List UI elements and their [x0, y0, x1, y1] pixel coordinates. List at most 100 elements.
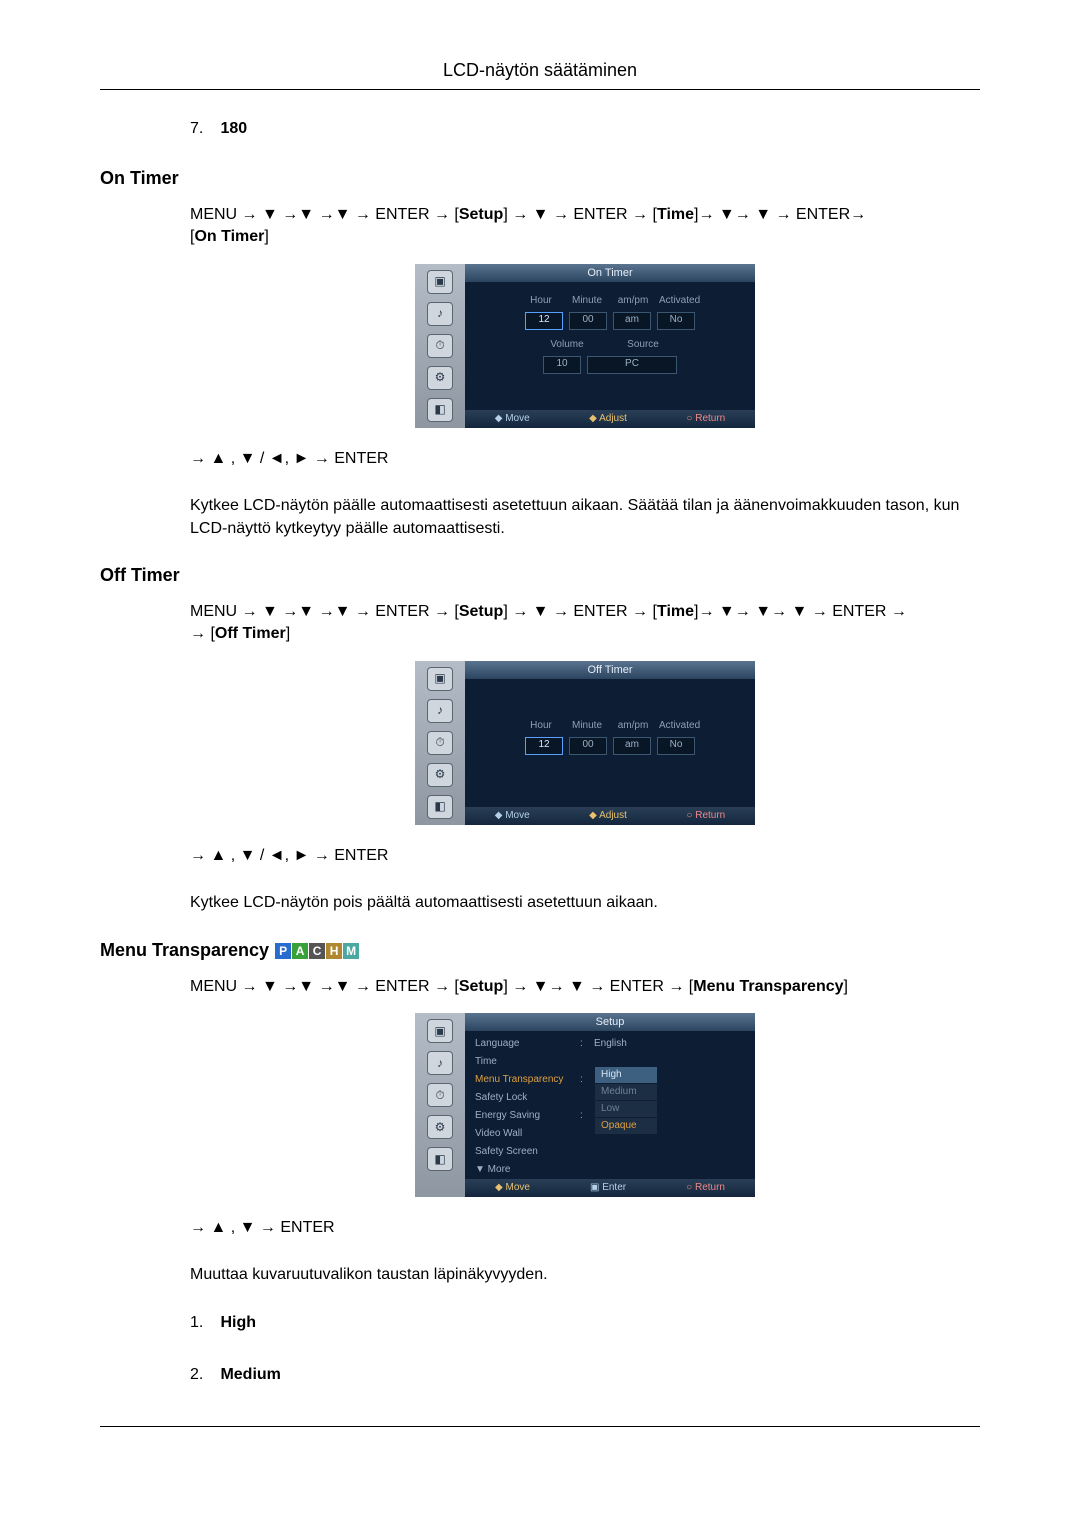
nav-path: MENU → ▼ →▼ →▼ → ENTER → [Setup] → ▼ → E…: [190, 204, 980, 249]
list-item: 2. Medium: [190, 1364, 980, 1386]
footer-move: ◆ Move: [495, 412, 530, 426]
footer-rule: [100, 1426, 980, 1427]
item-label: 180: [220, 120, 247, 137]
footer-adjust: ◆ Adjust: [589, 809, 627, 823]
nav-path: MENU → ▼ →▼ →▼ → ENTER → [Setup] → ▼→ ▼ …: [190, 976, 980, 998]
osd-multi-icon[interactable]: ◧: [427, 1147, 453, 1171]
item-label: Language: [475, 1037, 580, 1051]
item-label: Time: [475, 1055, 580, 1069]
osd-sound-icon[interactable]: ♪: [427, 302, 453, 326]
osd-off-timer: ▣ ♪ ⏱ ⚙ ◧ Off Timer Hour Minute am/pm Ac…: [190, 661, 980, 825]
osd-value-hour[interactable]: 12: [525, 312, 563, 330]
section-heading-menu-transparency: Menu Transparency PACHM: [100, 940, 980, 961]
item-label: ▼ More: [475, 1163, 580, 1177]
menu-transparency-body: MENU → ▼ →▼ →▼ → ENTER → [Setup] → ▼→ ▼ …: [190, 976, 980, 1387]
osd-sound-icon[interactable]: ♪: [427, 699, 453, 723]
osd-sound-icon[interactable]: ♪: [427, 1051, 453, 1075]
osd-label-source: Source: [603, 338, 683, 352]
item-label: Energy Saving: [475, 1109, 580, 1123]
osd-setup-icon[interactable]: ⚙: [427, 1115, 453, 1139]
osd-on-timer: ▣ ♪ ⏱ ⚙ ◧ On Timer Hour Minute am/pm Act…: [190, 264, 980, 428]
item-label: Video Wall: [475, 1127, 580, 1141]
osd-setup-icon[interactable]: ⚙: [427, 763, 453, 787]
badge-m-icon: M: [343, 943, 359, 959]
osd-header: Minute: [567, 294, 607, 308]
nav-setup: Setup: [459, 206, 503, 223]
setup-list: Language : English Time Menu Transparenc…: [475, 1037, 745, 1177]
setup-item-more[interactable]: ▼ More: [475, 1163, 745, 1177]
osd-header: Hour: [521, 719, 561, 733]
osd-header: am/pm: [613, 294, 653, 308]
osd-picture-icon[interactable]: ▣: [427, 1019, 453, 1043]
page-title: LCD-näytön säätäminen: [100, 60, 980, 90]
description: Kytkee LCD-näytön pois päältä automaatti…: [190, 892, 980, 914]
footer-return: ○ Return: [686, 809, 725, 823]
osd-header: Minute: [567, 719, 607, 733]
list-item: 7. 180: [190, 120, 980, 138]
nav-time: Time: [657, 603, 694, 620]
osd-timer-icon[interactable]: ⏱: [427, 334, 453, 358]
osd-multi-icon[interactable]: ◧: [427, 795, 453, 819]
item-number: 1.: [190, 1312, 216, 1334]
item-number: 7.: [190, 120, 216, 138]
nav-seg: MENU → ▼ →▼ →▼ → ENTER →: [190, 978, 454, 995]
option-opaque[interactable]: Opaque: [595, 1118, 657, 1134]
osd-timer-icon[interactable]: ⏱: [427, 1083, 453, 1107]
setup-item-language[interactable]: Language : English: [475, 1037, 745, 1051]
osd-header: Hour: [521, 294, 561, 308]
osd-timer-icon[interactable]: ⏱: [427, 731, 453, 755]
nav-seg: → ▼ → ENTER →: [508, 603, 653, 620]
option-high[interactable]: High: [595, 1067, 657, 1083]
osd-value-ampm[interactable]: am: [613, 737, 651, 755]
nav-seg: MENU → ▼ →▼ →▼ → ENTER →: [190, 206, 454, 223]
setup-item-safety-screen[interactable]: Safety Screen: [475, 1145, 745, 1159]
item-label: Medium: [220, 1366, 280, 1383]
badge-c-icon: C: [309, 943, 325, 959]
osd-header: am/pm: [613, 719, 653, 733]
footer-adjust: ◆ Adjust: [589, 412, 627, 426]
osd-picture-icon[interactable]: ▣: [427, 270, 453, 294]
nav-path: MENU → ▼ →▼ →▼ → ENTER → [Setup] → ▼ → E…: [190, 601, 980, 646]
preceding-list: 7. 180: [190, 120, 980, 138]
osd-label-volume: Volume: [537, 338, 597, 352]
nav-target: Menu Transparency: [693, 978, 843, 995]
osd-value-hour[interactable]: 12: [525, 737, 563, 755]
item-number: 2.: [190, 1364, 216, 1386]
badge-h-icon: H: [326, 943, 342, 959]
osd-value-ampm[interactable]: am: [613, 312, 651, 330]
setup-item-menu-transparency[interactable]: Menu Transparency : High Medium Low Opaq…: [475, 1073, 745, 1087]
badge-p-icon: P: [275, 943, 291, 959]
osd-value-source[interactable]: PC: [587, 356, 677, 374]
osd-title: On Timer: [465, 264, 755, 282]
osd-value-minute[interactable]: 00: [569, 312, 607, 330]
colon: :: [580, 1073, 594, 1087]
key-hint: → ▲ , ▼ → ENTER: [190, 1217, 980, 1239]
option-low[interactable]: Low: [595, 1101, 657, 1117]
key-hint: → ▲ , ▼ / ◄, ► → ENTER: [190, 448, 980, 470]
nav-seg: → ▼ → ENTER →: [508, 206, 653, 223]
item-label: Menu Transparency: [475, 1073, 580, 1087]
osd-footer: ◆ Move ◆ Adjust ○ Return: [465, 410, 755, 428]
nav-seg: → ▼→ ▼ → ENTER→: [698, 206, 866, 223]
osd-picture-icon[interactable]: ▣: [427, 667, 453, 691]
osd-setup-icon[interactable]: ⚙: [427, 366, 453, 390]
osd-value-activated[interactable]: No: [657, 312, 695, 330]
description: Muuttaa kuvaruutuvalikon taustan läpinäk…: [190, 1264, 980, 1286]
footer-enter: ▣ Enter: [590, 1181, 626, 1195]
nav-seg: → ▼→ ▼→ ▼ → ENTER →: [698, 603, 906, 620]
nav-seg: → ▼→ ▼ → ENTER →: [508, 978, 689, 995]
nav-time: Time: [657, 206, 694, 223]
list-item: 1. High: [190, 1312, 980, 1334]
item-label: High: [220, 1314, 256, 1331]
osd-value-activated[interactable]: No: [657, 737, 695, 755]
osd-sidebar: ▣ ♪ ⏱ ⚙ ◧: [415, 661, 465, 825]
osd-value-minute[interactable]: 00: [569, 737, 607, 755]
nav-target: On Timer: [194, 228, 264, 245]
osd-multi-icon[interactable]: ◧: [427, 398, 453, 422]
option-medium[interactable]: Medium: [595, 1084, 657, 1100]
mode-badges: PACHM: [274, 940, 359, 960]
footer-move: ◆ Move: [495, 1181, 530, 1195]
footer-return: ○ Return: [686, 1181, 725, 1195]
osd-value-volume[interactable]: 10: [543, 356, 581, 374]
item-label: Safety Screen: [475, 1145, 580, 1159]
